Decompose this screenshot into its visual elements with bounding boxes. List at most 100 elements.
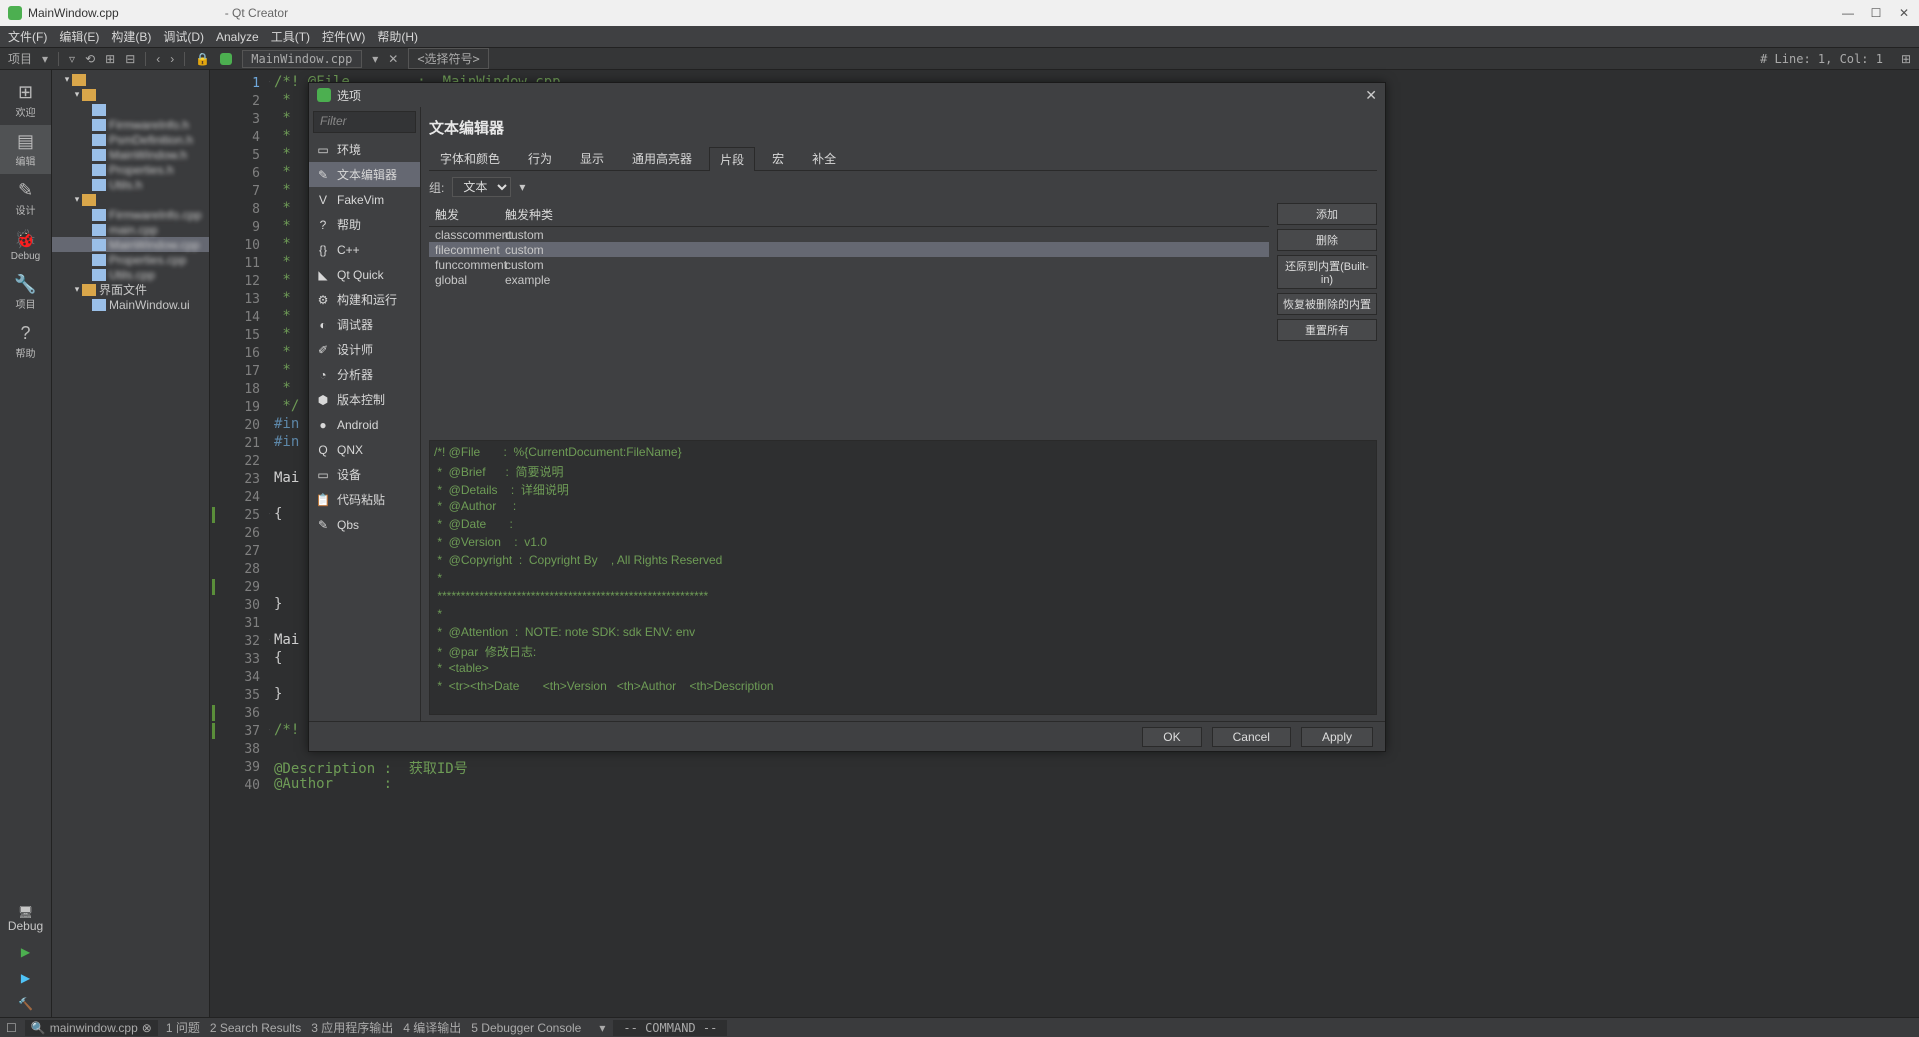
category-版本控制[interactable]: ⬢版本控制 [309, 387, 420, 412]
symbol-selector[interactable]: <选择符号> [408, 48, 488, 69]
tab-1[interactable]: 行为 [517, 146, 563, 170]
actbar-编辑[interactable]: ▤编辑 [0, 125, 51, 174]
category-调试器[interactable]: ◐调试器 [309, 312, 420, 337]
category-C++[interactable]: {}C++ [309, 237, 420, 262]
search-clear-icon[interactable]: ⊗ [142, 1021, 152, 1035]
category-设计师[interactable]: ✐设计师 [309, 337, 420, 362]
tree-row[interactable]: MainWindow.ui [52, 297, 209, 312]
actbar-项目[interactable]: 🔧项目 [0, 268, 51, 317]
menu-item-2[interactable]: 构建(B) [111, 28, 151, 45]
side-btn-3[interactable]: 恢复被删除的内置 [1277, 293, 1377, 315]
status-dropdown-icon[interactable]: ▾ [599, 1021, 605, 1035]
category-Qbs[interactable]: ✎Qbs [309, 512, 420, 537]
tab-0[interactable]: 字体和颜色 [429, 146, 511, 170]
split-icon[interactable]: ⊞ [105, 52, 115, 66]
category-设备[interactable]: ▭设备 [309, 462, 420, 487]
menu-item-6[interactable]: 控件(W) [322, 28, 365, 45]
menu-item-1[interactable]: 编辑(E) [59, 28, 99, 45]
filter-input[interactable]: Filter [313, 111, 416, 133]
nav-back-icon[interactable]: ‹ [156, 52, 160, 66]
filetab-close[interactable]: ✕ [388, 52, 398, 66]
category-FakeVim[interactable]: VFakeVim [309, 187, 420, 212]
tab-2[interactable]: 显示 [569, 146, 615, 170]
category-构建和运行[interactable]: ⚙构建和运行 [309, 287, 420, 312]
category-代码粘贴[interactable]: 📋代码粘贴 [309, 487, 420, 512]
side-btn-0[interactable]: 添加 [1277, 203, 1377, 225]
tab-4[interactable]: 片段 [709, 147, 755, 171]
filter-icon[interactable]: ▿ [69, 52, 75, 66]
menu-item-4[interactable]: Analyze [216, 30, 259, 44]
tree-row[interactable]: ▾ [52, 87, 209, 102]
status-pane-1[interactable]: 2 Search Results [210, 1021, 301, 1035]
sync-icon[interactable]: ⟲ [85, 52, 95, 66]
tree-row[interactable]: FirmwareInfo.h [52, 117, 209, 132]
group-dropdown-icon[interactable]: ▾ [519, 180, 525, 194]
category-QNX[interactable]: QQNX [309, 437, 420, 462]
group-select[interactable]: 文本 [452, 177, 511, 197]
tree-row[interactable]: FirmwareInfo.cpp [52, 207, 209, 222]
status-pane-4[interactable]: 5 Debugger Console [471, 1021, 581, 1035]
nav-fwd-icon[interactable]: › [170, 52, 174, 66]
tab-6[interactable]: 补全 [801, 146, 847, 170]
category-分析器[interactable]: ◔分析器 [309, 362, 420, 387]
status-close-icon[interactable]: ☐ [6, 1021, 17, 1035]
tab-5[interactable]: 宏 [761, 146, 795, 170]
apply-button[interactable]: Apply [1301, 727, 1373, 747]
build-button[interactable]: 🔨 [0, 991, 51, 1017]
debug-run-button[interactable]: ▶ [0, 965, 51, 991]
tree-row[interactable]: ▾ [52, 192, 209, 207]
actbar-帮助[interactable]: ?帮助 [0, 317, 51, 366]
category-Qt Quick[interactable]: ◣Qt Quick [309, 262, 420, 287]
toolbar-dropdown-icon[interactable]: ▾ [42, 52, 48, 66]
tree-row[interactable]: main.cpp [52, 222, 209, 237]
menu-item-5[interactable]: 工具(T) [271, 28, 310, 45]
search-box[interactable]: 🔍 mainwindow.cpp ⊗ [25, 1020, 158, 1036]
tree-row[interactable]: ▾界面文件 [52, 282, 209, 297]
menu-item-7[interactable]: 帮助(H) [377, 28, 418, 45]
maximize-button[interactable]: ☐ [1869, 6, 1883, 20]
cancel-button[interactable]: Cancel [1212, 727, 1291, 747]
snippet-list[interactable]: 触发 触发种类 classcommentcustomfilecommentcus… [429, 203, 1269, 432]
tree-row[interactable]: Utils.cpp [52, 267, 209, 282]
side-btn-2[interactable]: 还原到内置(Built-in) [1277, 255, 1377, 289]
status-pane-2[interactable]: 3 应用程序输出 [311, 1021, 393, 1035]
ok-button[interactable]: OK [1142, 727, 1201, 747]
lock-icon[interactable]: 🔒 [195, 52, 210, 66]
tree-row[interactable]: MainWindow.h [52, 147, 209, 162]
tree-row[interactable]: Properties.h [52, 162, 209, 177]
tree-row[interactable]: Properties.cpp [52, 252, 209, 267]
target-selector[interactable]: 🖥 Debug [0, 899, 51, 939]
file-tab[interactable]: MainWindow.cpp [242, 50, 362, 68]
filetab-dropdown[interactable]: ▾ [372, 52, 378, 66]
snippet-row[interactable]: classcommentcustom [429, 227, 1269, 242]
menu-item-3[interactable]: 调试(D) [163, 28, 204, 45]
category-Android[interactable]: ●Android [309, 412, 420, 437]
tree-row[interactable]: Utils.h [52, 177, 209, 192]
tree-row[interactable]: ▾ [52, 72, 209, 87]
category-环境[interactable]: ▭环境 [309, 137, 420, 162]
menu-item-0[interactable]: 文件(F) [8, 28, 47, 45]
project-tree[interactable]: ▾▾FirmwareInfo.hPsmDefinition.hMainWindo… [52, 70, 210, 1017]
dialog-close-icon[interactable]: ✕ [1365, 87, 1377, 104]
tab-3[interactable]: 通用高亮器 [621, 146, 703, 170]
split-editor-icon[interactable]: ⊞ [1901, 52, 1911, 66]
tree-row[interactable]: MainWindow.cpp [52, 237, 209, 252]
side-btn-1[interactable]: 删除 [1277, 229, 1377, 251]
minimize-button[interactable]: — [1841, 6, 1855, 20]
status-pane-0[interactable]: 1 问题 [166, 1021, 200, 1035]
close-button[interactable]: ✕ [1897, 6, 1911, 20]
side-btn-4[interactable]: 重置所有 [1277, 319, 1377, 341]
actbar-设计[interactable]: ✎设计 [0, 174, 51, 223]
actbar-Debug[interactable]: 🐞Debug [0, 223, 51, 268]
snippet-row[interactable]: funccommentcustom [429, 257, 1269, 272]
category-帮助[interactable]: ?帮助 [309, 212, 420, 237]
snippet-row[interactable]: globalexample [429, 272, 1269, 287]
run-button[interactable]: ▶ [0, 939, 51, 965]
actbar-欢迎[interactable]: ⊞欢迎 [0, 76, 51, 125]
snippet-row[interactable]: filecommentcustom [429, 242, 1269, 257]
snippet-editor[interactable]: /*! @File : %{CurrentDocument:FileName} … [429, 440, 1377, 715]
category-文本编辑器[interactable]: ✎文本编辑器 [309, 162, 420, 187]
collapse-icon[interactable]: ⊟ [125, 52, 135, 66]
status-pane-3[interactable]: 4 编译输出 [403, 1021, 461, 1035]
tree-row[interactable]: PsmDefinition.h [52, 132, 209, 147]
